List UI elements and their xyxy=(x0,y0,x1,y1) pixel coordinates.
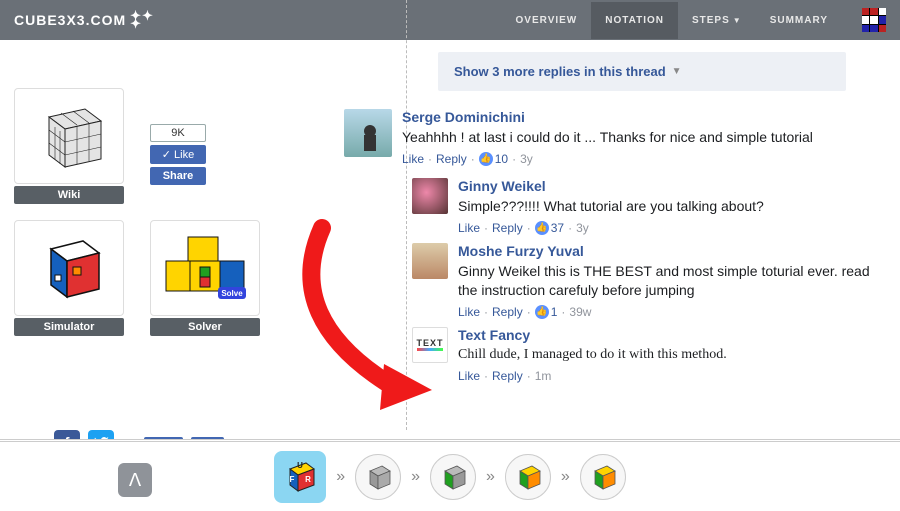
show-more-label: Show 3 more replies in this thread xyxy=(454,64,666,79)
card-solver[interactable]: Solve Solver xyxy=(150,220,260,336)
avatar[interactable] xyxy=(412,243,448,279)
fb-like-label: Like xyxy=(174,149,194,161)
step-3[interactable] xyxy=(505,454,551,500)
simulator-label: Simulator xyxy=(14,318,124,336)
like-number: 1 xyxy=(551,305,558,319)
comment-age: 39w xyxy=(569,305,591,319)
reply-comment: Ginny Weikel Simple???!!!! What tutorial… xyxy=(412,178,888,235)
comment-meta: Like · Reply · 👍1 · 39w xyxy=(458,305,888,319)
thread-divider xyxy=(406,0,407,430)
thumbs-up-icon: 👍 xyxy=(479,152,493,166)
comment-text: Chill dude, I managed to do it with this… xyxy=(458,346,888,365)
avatar[interactable]: TEXT xyxy=(412,327,448,363)
simulator-image xyxy=(14,220,124,316)
solver-label: Solver xyxy=(150,318,260,336)
logo-text: CUBE3X3.COM xyxy=(14,12,126,28)
like-number: 10 xyxy=(495,152,508,166)
reply-link[interactable]: Reply xyxy=(492,221,523,235)
avatar[interactable] xyxy=(412,178,448,214)
fb-like-box: 9K ✓Like Share xyxy=(150,124,206,185)
step-separator: » xyxy=(486,468,495,486)
thumbs-up-icon: 👍 xyxy=(535,221,549,235)
like-number: 37 xyxy=(551,221,564,235)
like-link[interactable]: Like xyxy=(458,221,480,235)
comment-text: Yeahhhh ! at last i could do it ... Than… xyxy=(402,128,888,147)
comment-author[interactable]: Serge Dominichini xyxy=(402,109,888,125)
caret-icon: ᐱ xyxy=(129,470,141,491)
thumbs-up-icon: 👍 xyxy=(535,305,549,319)
reply-link[interactable]: Reply xyxy=(492,369,523,383)
chevron-down-icon: ▼ xyxy=(672,66,682,77)
checkmark-icon: ✓ xyxy=(162,148,171,161)
show-more-replies[interactable]: Show 3 more replies in this thread ▼ xyxy=(438,52,846,91)
reply-comment: Moshe Furzy Yuval Ginny Weikel this is T… xyxy=(412,243,888,319)
svg-text:U: U xyxy=(297,461,303,470)
fb-count: 9K xyxy=(150,124,206,142)
comment-text: Simple???!!!! What tutorial are you talk… xyxy=(458,197,888,216)
comment: Serge Dominichini Yeahhhh ! at last i co… xyxy=(344,109,888,166)
comment-age: 1m xyxy=(535,369,552,383)
fb-share-button[interactable]: Share xyxy=(150,167,206,185)
comment-age: 3y xyxy=(520,152,533,166)
comment-author[interactable]: Moshe Furzy Yuval xyxy=(458,243,888,259)
reply-link[interactable]: Reply xyxy=(436,152,467,166)
reply-link[interactable]: Reply xyxy=(492,305,523,319)
reply-comment: TEXT Text Fancy Chill dude, I managed to… xyxy=(412,327,888,384)
like-link[interactable]: Like xyxy=(402,152,424,166)
wiki-label: Wiki xyxy=(14,186,124,204)
fb-like-button[interactable]: ✓Like xyxy=(150,145,206,164)
step-separator: » xyxy=(561,468,570,486)
sparkle-icon: ✦✦✦ xyxy=(130,12,154,28)
comment-author[interactable]: Ginny Weikel xyxy=(458,178,888,194)
wiki-image xyxy=(14,88,124,184)
home-button[interactable]: ᐱ xyxy=(118,463,152,497)
step-separator: » xyxy=(411,468,420,486)
site-logo[interactable]: CUBE3X3.COM ✦✦✦ xyxy=(14,12,154,28)
avatar[interactable] xyxy=(344,109,392,157)
card-wiki[interactable]: Wiki xyxy=(14,88,124,204)
like-count[interactable]: 👍10 xyxy=(479,152,508,166)
comment-meta: Like · Reply · 👍37 · 3y xyxy=(458,221,888,235)
step-4[interactable] xyxy=(580,454,626,500)
sidebar: Wiki 9K ✓Like Share Simulator Solve Solv… xyxy=(14,88,264,456)
comment-meta: Like · Reply · 1m xyxy=(458,369,888,383)
like-link[interactable]: Like xyxy=(458,305,480,319)
step-1[interactable] xyxy=(355,454,401,500)
comment-meta: Like · Reply · 👍10 · 3y xyxy=(402,152,888,166)
solver-image: Solve xyxy=(150,220,260,316)
like-link[interactable]: Like xyxy=(458,369,480,383)
svg-text:R: R xyxy=(305,475,311,484)
svg-text:F: F xyxy=(290,475,295,484)
svg-text:Solve: Solve xyxy=(221,289,243,298)
step-separator: » xyxy=(336,468,345,486)
comments-thread: Show 3 more replies in this thread ▼ Ser… xyxy=(408,0,888,391)
comment-author[interactable]: Text Fancy xyxy=(458,327,888,343)
like-count[interactable]: 👍37 xyxy=(535,221,564,235)
like-count[interactable]: 👍1 xyxy=(535,305,558,319)
comment-text: Ginny Weikel this is THE BEST and most s… xyxy=(458,262,888,300)
comment-age: 3y xyxy=(576,221,589,235)
step-2[interactable] xyxy=(430,454,476,500)
step-notation[interactable]: UF R xyxy=(274,451,326,503)
card-simulator[interactable]: Simulator xyxy=(14,220,124,336)
